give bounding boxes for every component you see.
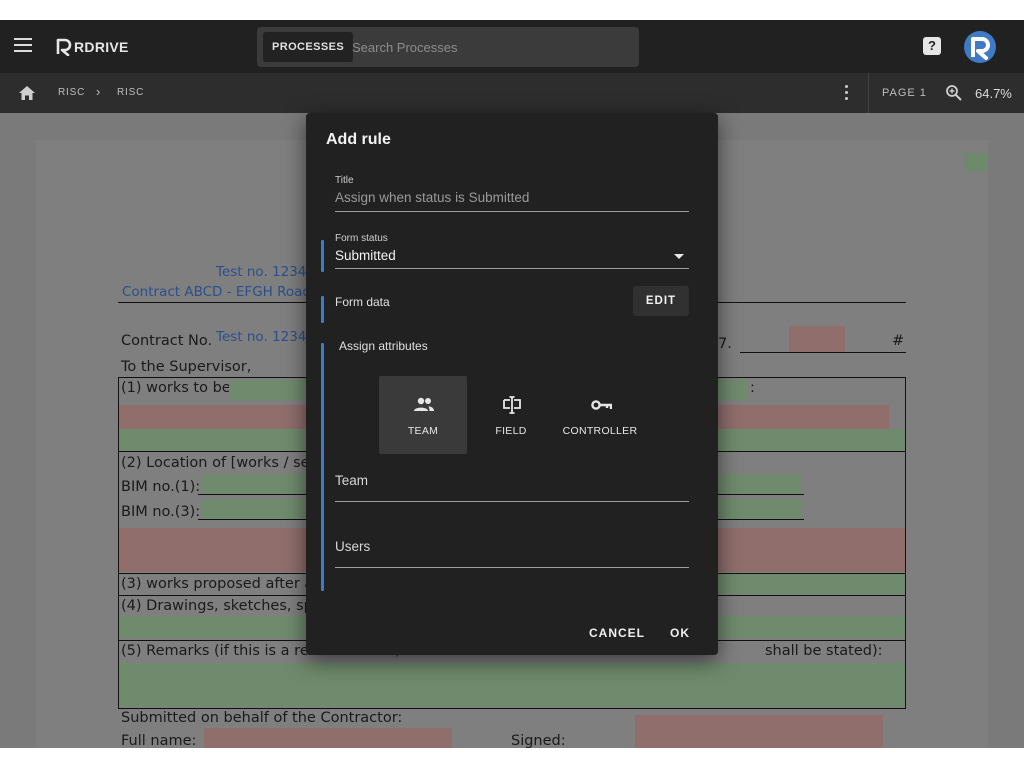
doc-colon: : [750,380,755,396]
doc-hash: # [892,333,905,349]
top-bar: RDRIVE PROCESSES ? [0,20,1024,73]
team-icon [414,397,434,411]
search-scope-chip[interactable]: PROCESSES [263,32,354,62]
dropdown-arrow-icon[interactable] [674,254,684,259]
zoom-level[interactable]: 64.7% [975,86,1012,101]
ok-button[interactable]: OK [670,626,690,640]
doc-table-border [118,708,906,709]
page-indicator[interactable]: PAGE 1 [882,87,927,99]
doc-field[interactable] [635,715,883,748]
avatar[interactable] [964,31,996,63]
doc-field[interactable] [119,663,905,707]
help-icon[interactable]: ? [923,37,941,55]
tab-team-label: TEAM [407,425,439,437]
search-bar[interactable]: PROCESSES [257,27,639,67]
divider [868,73,869,113]
key-icon [591,400,612,410]
tab-field[interactable]: FIELD [467,376,555,454]
title-field-label: Title [335,175,354,186]
form-data-label: Form data [335,295,390,309]
doc-signed: Signed: [511,733,566,748]
doc-field[interactable] [204,728,452,748]
add-rule-dialog: Add rule Title Assign when status is Sub… [306,113,718,655]
doc-test-no: Test no. 12345 [216,329,315,345]
app: RDRIVE PROCESSES ? RISC › RISC PAGE 1 [0,20,1024,748]
users-input[interactable]: Users [335,539,370,554]
users-field-underline [335,567,689,568]
doc-row-location: (2) Location of [works / serv [121,455,325,471]
tab-controller-label: CONTROLLER [562,425,638,437]
doc-contract-line: Contract ABCD - EFGH Road - [122,284,321,300]
breadcrumb-item[interactable]: RISC [58,87,85,98]
team-input[interactable]: Team [335,473,368,488]
logo-mark-icon [56,38,72,56]
toolbar: RISC › RISC PAGE 1 64.7% [0,73,1024,113]
team-field-underline [335,501,689,502]
status-field-underline [335,268,689,269]
logo[interactable]: RDRIVE [56,36,129,58]
doc-full-name: Full name: [121,733,197,748]
doc-submitted: Submitted on behalf of the Contractor: [121,710,403,726]
doc-contract-no-label: Contract No. [121,333,213,349]
tab-controller[interactable]: CONTROLLER [556,376,644,454]
doc-row-works: (1) works to be [121,380,231,396]
assign-attributes-label: Assign attributes [339,339,428,353]
zoom-icon[interactable] [945,84,963,102]
avatar-logo-icon [971,37,990,60]
link-icon[interactable] [965,153,987,171]
tab-team[interactable]: TEAM [379,376,467,454]
doc-row-drawings: (4) Drawings, sketches, spec [121,598,330,614]
doc-table-border [905,377,906,709]
doc-supervisor: To the Supervisor, [121,359,252,375]
tab-field-label: FIELD [495,425,527,437]
doc-bim1: BIM no.(1): [121,479,201,495]
edit-button[interactable]: EDIT [633,286,689,316]
home-icon[interactable] [18,85,36,101]
breadcrumb-item[interactable]: RISC [117,87,144,98]
search-input[interactable] [352,35,622,59]
field-icon [503,396,521,414]
doc-row-remarks-end: shall be stated): [765,643,883,659]
logo-text: RDRIVE [74,39,129,55]
title-input[interactable]: Assign when status is Submitted [335,190,529,205]
menu-icon[interactable] [14,38,32,54]
doc-ref-dot: 7. [718,336,732,352]
status-field-label: Form status [335,233,388,244]
accent-bar [321,343,324,591]
doc-field[interactable] [789,326,845,352]
accent-bar [321,240,324,272]
accent-bar [321,296,324,323]
doc-bim3: BIM no.(3): [121,504,201,520]
status-select[interactable]: Submitted [335,248,396,263]
cancel-button[interactable]: CANCEL [589,626,645,640]
breadcrumb-separator: › [96,84,101,99]
doc-test-no: Test no. 12345 [216,264,315,280]
dialog-title: Add rule [326,131,391,148]
doc-rule [740,352,906,353]
more-options-icon[interactable] [845,85,849,101]
title-field-underline [335,211,689,212]
doc-row-proposed: (3) works proposed after acc [121,576,330,592]
